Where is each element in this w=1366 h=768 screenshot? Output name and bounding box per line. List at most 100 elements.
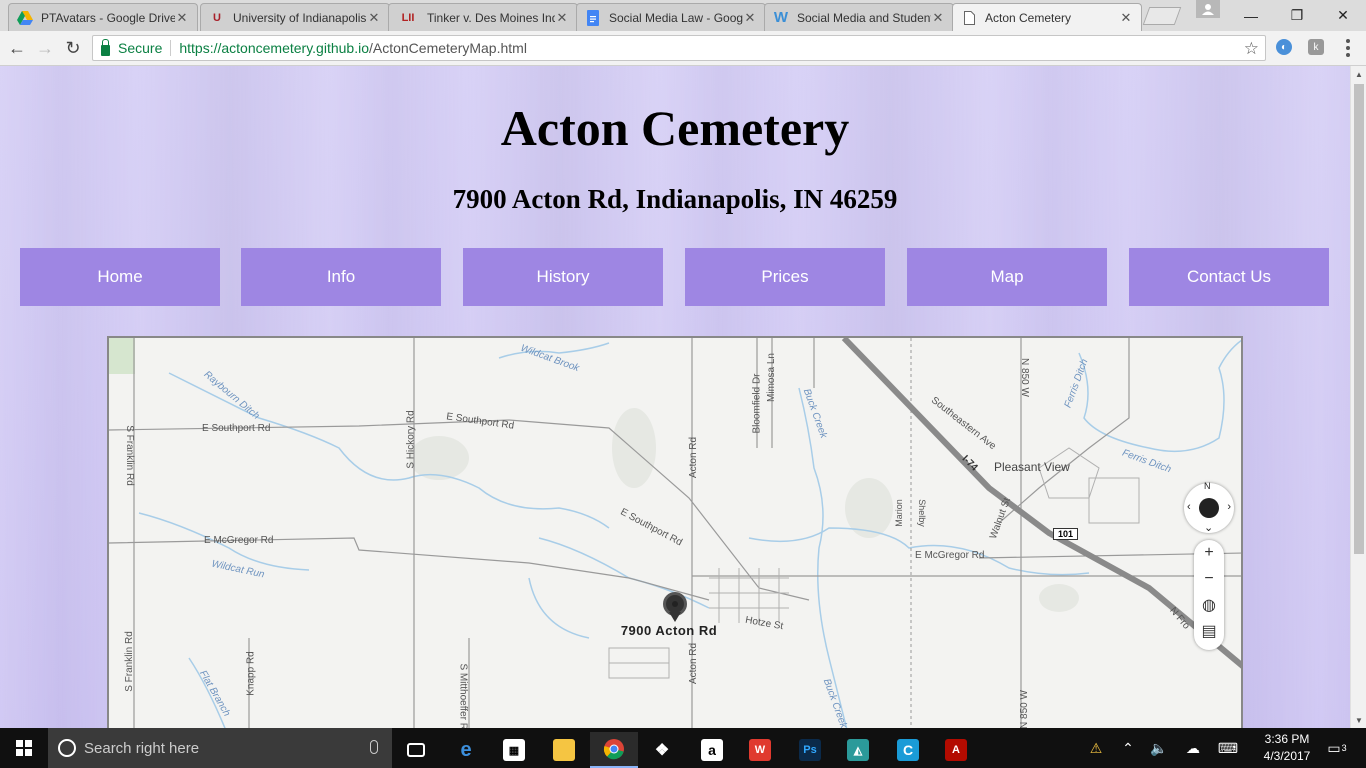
photoshop-icon[interactable]: Ps <box>786 732 834 768</box>
chrome-menu-icon[interactable] <box>1340 38 1356 58</box>
tab-label: Social Media and Student <box>797 10 931 25</box>
notification-count: 3 <box>1341 743 1347 753</box>
back-arrow-icon[interactable]: ← <box>6 38 28 58</box>
close-icon[interactable]: ✕ <box>1119 10 1133 26</box>
extension-icon[interactable]: k <box>1308 39 1324 55</box>
map-county-label: Marion <box>893 499 904 527</box>
pan-down-icon[interactable]: ⌄ <box>1204 521 1213 534</box>
lock-icon <box>101 38 110 56</box>
nav-contact-us[interactable]: Contact Us <box>1129 248 1329 306</box>
taskbar-clock[interactable]: 3:36 PM 4/3/2017 <box>1252 731 1322 765</box>
page-content: Acton Cemetery 7900 Acton Rd, Indianapol… <box>0 66 1350 728</box>
tab-tinker[interactable]: LII Tinker v. Des Moines Ind ✕ <box>388 3 578 31</box>
show-hidden-icons[interactable]: ⌃ <box>1118 728 1138 768</box>
close-icon[interactable]: ✕ <box>743 10 757 26</box>
map-road-label: S Franklin Rd <box>123 425 135 486</box>
map-road-label: Bloomfield Dr <box>751 373 763 434</box>
zoom-in-button[interactable]: + <box>1194 540 1224 566</box>
taskbar: Search right here e ▦ ❖ a W Ps ◭ C A ⚠ ⌃… <box>0 728 1366 768</box>
profile-icon[interactable] <box>1196 0 1220 18</box>
pan-right-icon[interactable]: › <box>1227 501 1231 513</box>
forward-arrow-icon[interactable]: → <box>34 38 56 58</box>
amazon-icon[interactable]: a <box>688 732 736 768</box>
dropbox-icon[interactable]: ❖ <box>638 732 686 768</box>
nav-home[interactable]: Home <box>20 248 220 306</box>
extension-icon[interactable]: ◐ <box>1276 39 1292 55</box>
bookmark-star-icon[interactable]: ☆ <box>1244 39 1259 59</box>
tab-acton-cemetery[interactable]: Acton Cemetery ✕ <box>952 3 1142 31</box>
volume-icon[interactable]: 🔈 <box>1148 728 1170 768</box>
acrobat-icon[interactable]: A <box>932 732 980 768</box>
cortana-icon <box>58 739 76 757</box>
zoom-out-button[interactable]: − <box>1194 566 1224 592</box>
nav-history[interactable]: History <box>463 248 663 306</box>
new-tab-button[interactable] <box>1142 7 1182 25</box>
compass-north: N <box>1204 481 1211 491</box>
windows-start-icon[interactable] <box>0 728 48 768</box>
tab-label: Acton Cemetery <box>985 10 1072 25</box>
cortex-icon[interactable]: C <box>884 732 932 768</box>
scroll-down-icon[interactable]: ▼ <box>1351 712 1366 728</box>
nav-map[interactable]: Map <box>907 248 1107 306</box>
browser-toolbar: ← → ↻ Secure https://actoncemetery.githu… <box>0 31 1366 66</box>
page-title: Acton Cemetery <box>500 100 850 156</box>
warning-icon[interactable]: ⚠ <box>1082 728 1110 768</box>
map-road-label: E McGregor Rd <box>204 535 274 546</box>
onedrive-icon[interactable]: ☁ <box>1180 728 1206 768</box>
map-road-label: Acton Rd <box>688 436 700 479</box>
pan-left-icon[interactable]: ‹ <box>1187 501 1191 513</box>
minimize-icon[interactable]: — <box>1228 0 1274 31</box>
route-shield: 101 <box>1053 528 1079 540</box>
keyboard-icon[interactable]: ⌨ <box>1214 728 1242 768</box>
chrome-icon[interactable] <box>590 732 638 768</box>
zoom-control: + − ◍ ▤ <box>1194 540 1224 650</box>
google-docs-icon <box>585 9 601 26</box>
map-road-label: N 850 W <box>1018 690 1030 728</box>
action-center-icon[interactable]: ▭ 3 <box>1322 728 1352 768</box>
restore-icon[interactable]: ❐ <box>1274 0 1320 31</box>
address-bar[interactable]: Secure https://actoncemetery.github.io/A… <box>92 35 1266 61</box>
divider <box>170 40 172 56</box>
close-window-icon[interactable]: ✕ <box>1320 0 1366 31</box>
tab-social-media-law[interactable]: Social Media Law - Google ✕ <box>576 3 766 31</box>
tab-label: Social Media Law - Google <box>609 10 743 25</box>
map-road-label: E McGregor Rd <box>915 550 985 561</box>
scroll-up-icon[interactable]: ▲ <box>1351 66 1366 82</box>
tab-social-media-student[interactable]: W Social Media and Student ✕ <box>764 3 954 31</box>
map-road-label: S Franklin Rd <box>123 631 135 692</box>
close-icon[interactable]: ✕ <box>367 10 381 26</box>
nav-info[interactable]: Info <box>241 248 441 306</box>
tab-strip: PTAvatars - Google Drive ✕ U University … <box>0 0 1366 31</box>
close-icon[interactable]: ✕ <box>175 10 189 26</box>
map-view[interactable]: Wildcat Brook Raybourn Ditch E Southport… <box>107 336 1243 728</box>
microphone-icon[interactable] <box>370 740 378 754</box>
globe-icon[interactable]: ◍ <box>1194 592 1224 618</box>
nav-prices[interactable]: Prices <box>685 248 885 306</box>
wps-office-icon[interactable]: W <box>736 732 784 768</box>
task-view-icon[interactable] <box>392 732 440 768</box>
map-place-label: Pleasant View <box>994 460 1070 474</box>
map-road-label: E Southport Rd <box>202 423 271 434</box>
url-path: /ActonCemeteryMap.html <box>368 40 527 56</box>
compass-control[interactable]: N ‹ › ⌄ <box>1184 481 1234 534</box>
map-road-label: Knapp Rd <box>245 651 257 696</box>
traffic-icon[interactable]: ▤ <box>1194 618 1224 644</box>
close-icon[interactable]: ✕ <box>931 10 945 26</box>
main-nav: Home Info History Prices Map Contact Us <box>20 248 1330 306</box>
media-encoder-icon[interactable]: ◭ <box>834 732 882 768</box>
file-explorer-icon[interactable] <box>540 732 588 768</box>
map-county-label: Shelby <box>916 499 927 527</box>
tab-ptavatars[interactable]: PTAvatars - Google Drive ✕ <box>8 3 198 31</box>
store-icon[interactable]: ▦ <box>490 732 538 768</box>
page-scrollbar[interactable]: ▲ ▼ <box>1350 66 1366 728</box>
taskbar-search[interactable]: Search right here <box>48 728 392 768</box>
edge-icon[interactable]: e <box>442 732 490 768</box>
scrollbar-thumb[interactable] <box>1354 84 1364 554</box>
tab-label: PTAvatars - Google Drive <box>41 10 175 25</box>
tab-label: University of Indianapolis <box>233 10 367 25</box>
tab-university[interactable]: U University of Indianapolis ✕ <box>200 3 390 31</box>
search-placeholder: Search right here <box>84 739 200 757</box>
reload-icon[interactable]: ↻ <box>62 38 84 58</box>
close-icon[interactable]: ✕ <box>555 10 569 26</box>
clock-date: 4/3/2017 <box>1263 749 1311 763</box>
